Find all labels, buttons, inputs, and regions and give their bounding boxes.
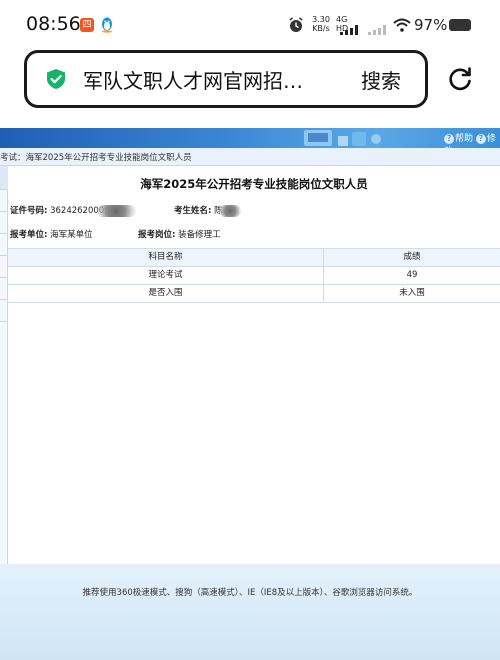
score-table: 科目名称 成绩 理论考试 49 是否入围 未入围 xyxy=(8,248,500,303)
search-button[interactable]: 搜索 xyxy=(361,65,401,94)
site-header-banner: ?帮助 ?修改 xyxy=(0,128,500,157)
penguin-icon xyxy=(102,17,112,33)
sidebar-item[interactable] xyxy=(0,212,8,234)
help-link[interactable]: 帮助 xyxy=(455,134,473,144)
apply-position-row: 报考岗位: 装备修理工 xyxy=(138,228,221,240)
subject-cell: 是否入围 xyxy=(8,285,324,302)
score-result-panel: 海军2025年公开招考专业技能岗位文职人员 证件号码: 36242620009 … xyxy=(8,166,500,564)
breadcrumb-text: 考试：海军2025年公开招考专业技能岗位文职人员 xyxy=(0,153,192,163)
candidate-name-row: 考生姓名: 陈 xyxy=(174,204,241,217)
header-illustration xyxy=(304,130,381,146)
left-sidebar-edge xyxy=(0,166,8,564)
help-icon: ? xyxy=(444,134,454,144)
signal-icon xyxy=(340,25,358,35)
table-row: 理论考试 49 xyxy=(8,267,500,285)
redaction-blur xyxy=(95,204,136,217)
security-shield-icon xyxy=(47,69,65,89)
table-header: 科目名称 成绩 xyxy=(8,249,500,267)
breadcrumb: 考试：海军2025年公开招考专业技能岗位文职人员 xyxy=(0,148,500,166)
id-label: 证件号码: xyxy=(10,206,48,216)
battery-icon xyxy=(449,19,471,31)
redaction-blur xyxy=(218,204,241,217)
name-label: 考生姓名: xyxy=(174,206,212,216)
app-notification-icon: 四 xyxy=(80,18,94,32)
score-cell: 未入围 xyxy=(399,288,425,298)
apply-unit-row: 报考单位: 海军某单位 xyxy=(10,228,93,240)
refresh-icon[interactable] xyxy=(447,66,473,92)
subject-cell: 理论考试 xyxy=(8,267,324,284)
network-speed: 3.30 KB/s xyxy=(311,15,331,33)
position-value: 装备修理工 xyxy=(178,230,221,240)
sidebar-item[interactable] xyxy=(0,300,8,322)
speed-value: 3.30 xyxy=(312,15,330,24)
sidebar-item[interactable] xyxy=(0,234,8,256)
sidebar-item[interactable] xyxy=(0,278,8,300)
column-header-score: 成绩 xyxy=(403,252,421,262)
position-label: 报考岗位: xyxy=(138,230,176,240)
score-cell: 49 xyxy=(406,270,418,280)
speed-unit: KB/s xyxy=(312,24,330,33)
alarm-icon xyxy=(289,17,303,32)
id-number-row: 证件号码: 36242620009 xyxy=(10,204,136,217)
wifi-icon xyxy=(393,18,411,32)
unit-label: 报考单位: xyxy=(10,230,48,240)
status-bar: 08:56 四 3.30 KB/s 4G HD 97% xyxy=(0,0,500,48)
sidebar-item[interactable] xyxy=(0,166,8,190)
url-text[interactable]: 军队文职人才网官网招… xyxy=(83,65,339,94)
browser-recommendation-text: 推荐使用360极速模式、搜狗（高速模式）、IE（IE8及以上版本）、谷歌浏览器访… xyxy=(82,588,418,598)
page-footer: 推荐使用360极速模式、搜狗（高速模式）、IE（IE8及以上版本）、谷歌浏览器访… xyxy=(0,564,500,660)
column-header-subject: 科目名称 xyxy=(8,249,324,266)
edit-icon: ? xyxy=(475,134,486,144)
page-title: 海军2025年公开招考专业技能岗位文职人员 xyxy=(140,177,368,191)
clock: 08:56 xyxy=(26,13,81,35)
unit-value: 海军某单位 xyxy=(50,230,93,240)
address-bar[interactable]: 军队文职人才网官网招… 搜索 xyxy=(24,50,428,108)
sidebar-item[interactable] xyxy=(0,256,8,278)
battery-percent: 97% xyxy=(414,16,448,34)
signal-icon-secondary xyxy=(368,25,386,35)
table-row: 是否入围 未入围 xyxy=(8,285,500,303)
sidebar-item[interactable] xyxy=(0,190,8,212)
